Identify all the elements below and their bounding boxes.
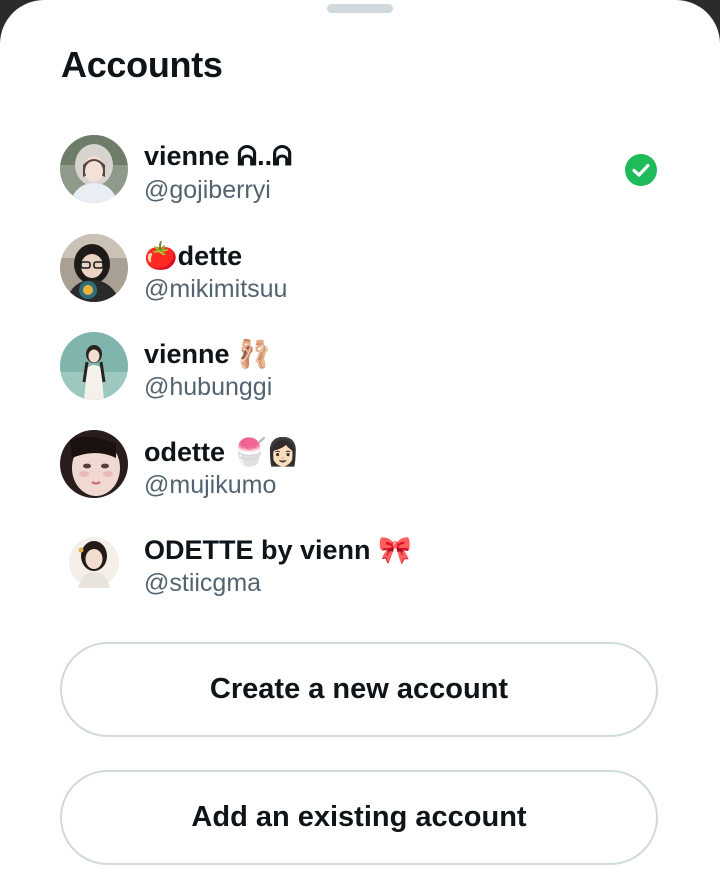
accounts-bottom-sheet: Accounts vienne ᕱ..ᕱ @gojiberryi 🍅dette … [0, 0, 720, 892]
account-row[interactable]: ODETTE by vienn 🎀 @stiicgma [0, 528, 720, 618]
account-display-name: vienne ᕱ..ᕱ [144, 141, 293, 171]
avatar [60, 332, 128, 400]
account-row[interactable]: vienne ᕱ..ᕱ @gojiberryi [0, 135, 720, 225]
account-row[interactable]: vienne 🩰 @hubunggi [0, 332, 720, 422]
avatar [60, 135, 128, 203]
account-handle: @gojiberryi [144, 176, 271, 204]
create-account-button[interactable]: Create a new account [60, 642, 658, 737]
sheet-title: Accounts [61, 44, 223, 85]
account-display-name: odette 🍧👩🏻 [144, 437, 300, 467]
account-handle: @mikimitsuu [144, 275, 288, 303]
account-display-name: ODETTE by vienn 🎀 [144, 535, 412, 565]
avatar [60, 430, 128, 498]
account-handle: @mujikumo [144, 471, 277, 499]
selected-check-icon [624, 153, 658, 187]
account-display-name: vienne 🩰 [144, 339, 271, 369]
sheet-drag-handle[interactable] [327, 4, 393, 13]
account-handle: @hubunggi [144, 373, 273, 401]
account-handle: @stiicgma [144, 569, 262, 597]
account-row[interactable]: odette 🍧👩🏻 @mujikumo [0, 430, 720, 520]
account-display-name: 🍅dette [144, 241, 243, 271]
avatar [60, 528, 128, 596]
add-existing-account-button[interactable]: Add an existing account [60, 770, 658, 865]
account-row[interactable]: 🍅dette @mikimitsuu [0, 234, 720, 324]
avatar [60, 234, 128, 302]
